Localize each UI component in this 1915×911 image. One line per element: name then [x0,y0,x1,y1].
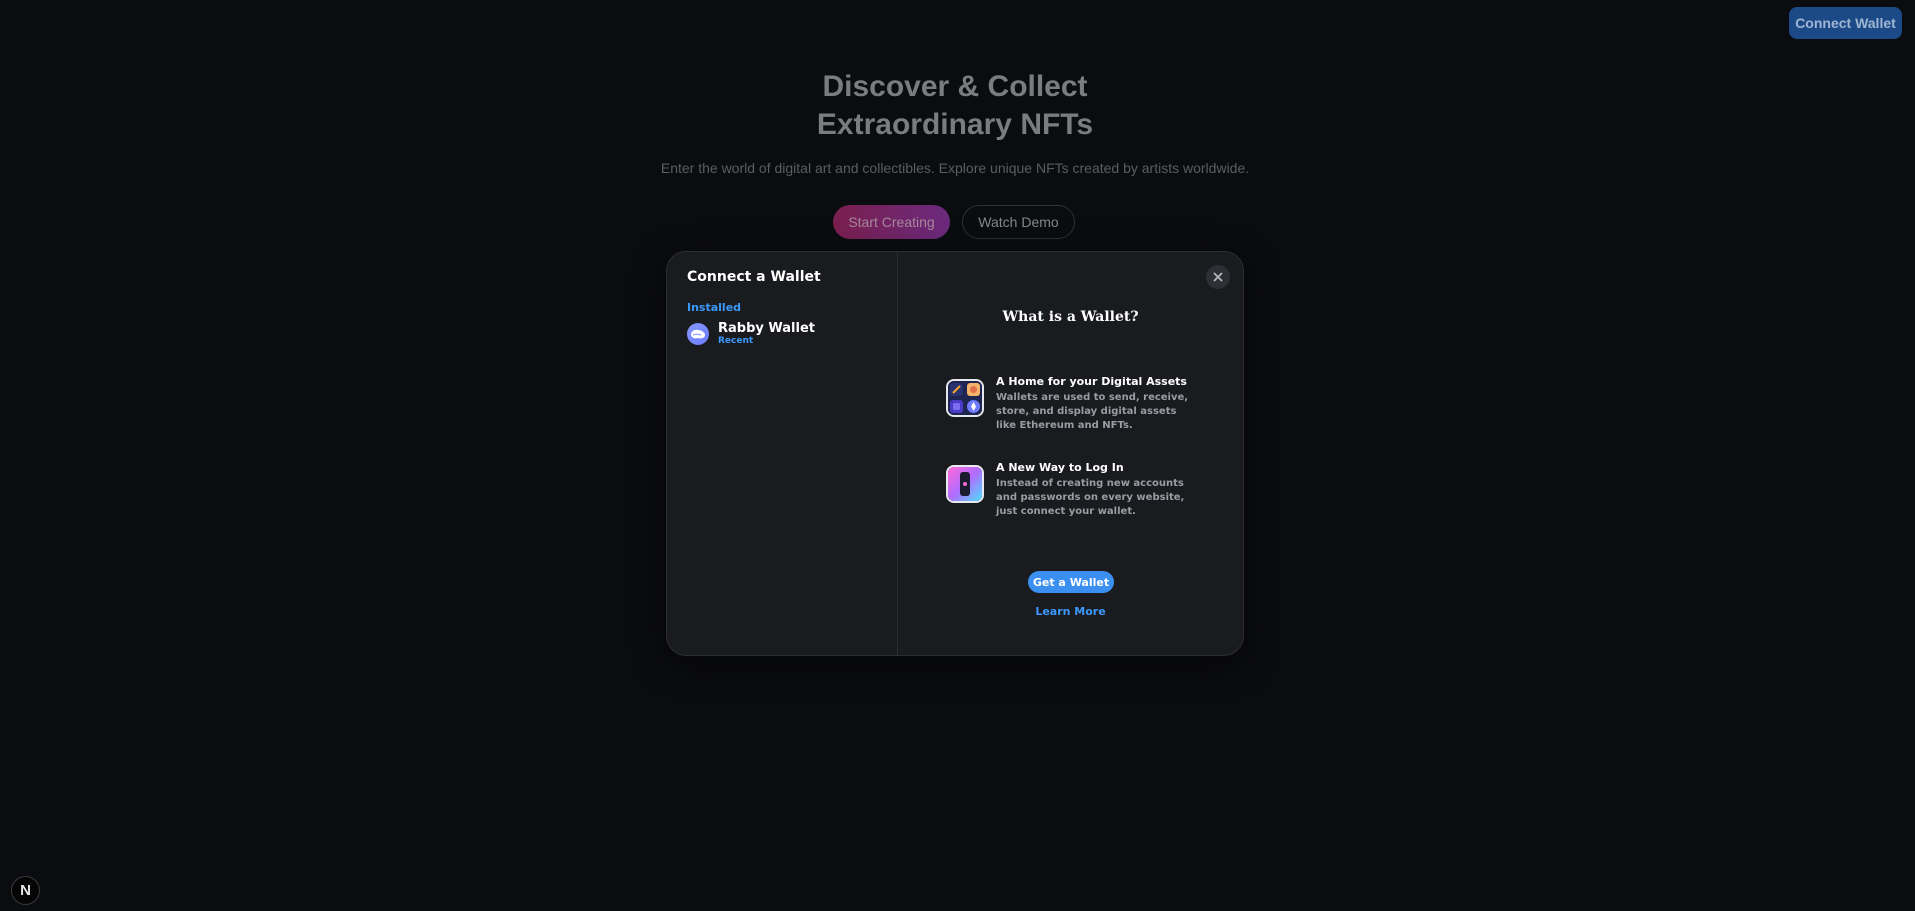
login-icon [946,465,984,503]
hero-buttons: Start Creating Watch Demo [833,205,1075,239]
wallet-list-panel: Connect a Wallet Installed Rabby Wallet … [667,252,898,655]
hero-title-line2: Extraordinary NFTs [816,108,1094,141]
feature-new-login: A New Way to Log In Instead of creating … [946,461,1196,519]
get-wallet-button[interactable]: Get a Wallet [1028,571,1114,593]
digital-assets-icon [946,379,984,417]
connect-wallet-modal: Connect a Wallet Installed Rabby Wallet … [666,251,1244,656]
feature-description: Wallets are used to send, receive, store… [996,392,1189,431]
rabby-icon [687,323,709,345]
hero-subtitle: Enter the world of digital art and colle… [660,160,1250,176]
wallet-option-rabby[interactable]: Rabby Wallet Recent [687,322,877,346]
wallet-name: Rabby Wallet [718,321,815,336]
feature-text: A New Way to Log In Instead of creating … [996,461,1196,519]
feature-title: A New Way to Log In [996,461,1124,474]
feature-description: Instead of creating new accounts and pas… [996,478,1185,517]
feature-title: A Home for your Digital Assets [996,375,1187,388]
hero-title: Discover & Collect Extraordinary NFTs [0,68,1910,144]
installed-section-label: Installed [687,301,742,314]
wallet-info: Rabby Wallet Recent [718,321,815,347]
start-creating-button[interactable]: Start Creating [833,205,950,239]
close-button[interactable] [1206,265,1230,289]
close-icon [1213,272,1223,282]
hero-title-line1: Discover & Collect [822,70,1088,103]
learn-more-link[interactable]: Learn More [898,605,1243,618]
connect-wallet-button[interactable]: Connect Wallet [1789,7,1902,39]
modal-title: Connect a Wallet [687,269,821,285]
wallet-info-panel: What is a Wallet? A Home for your Digita… [898,252,1243,655]
what-is-wallet-title: What is a Wallet? [1002,309,1139,325]
watch-demo-button[interactable]: Watch Demo [962,205,1075,239]
feature-digital-assets: A Home for your Digital Assets Wallets a… [946,375,1196,433]
wallet-recent-tag: Recent [718,336,754,346]
feature-text: A Home for your Digital Assets Wallets a… [996,375,1196,433]
nextjs-dev-badge[interactable]: N [11,876,40,905]
